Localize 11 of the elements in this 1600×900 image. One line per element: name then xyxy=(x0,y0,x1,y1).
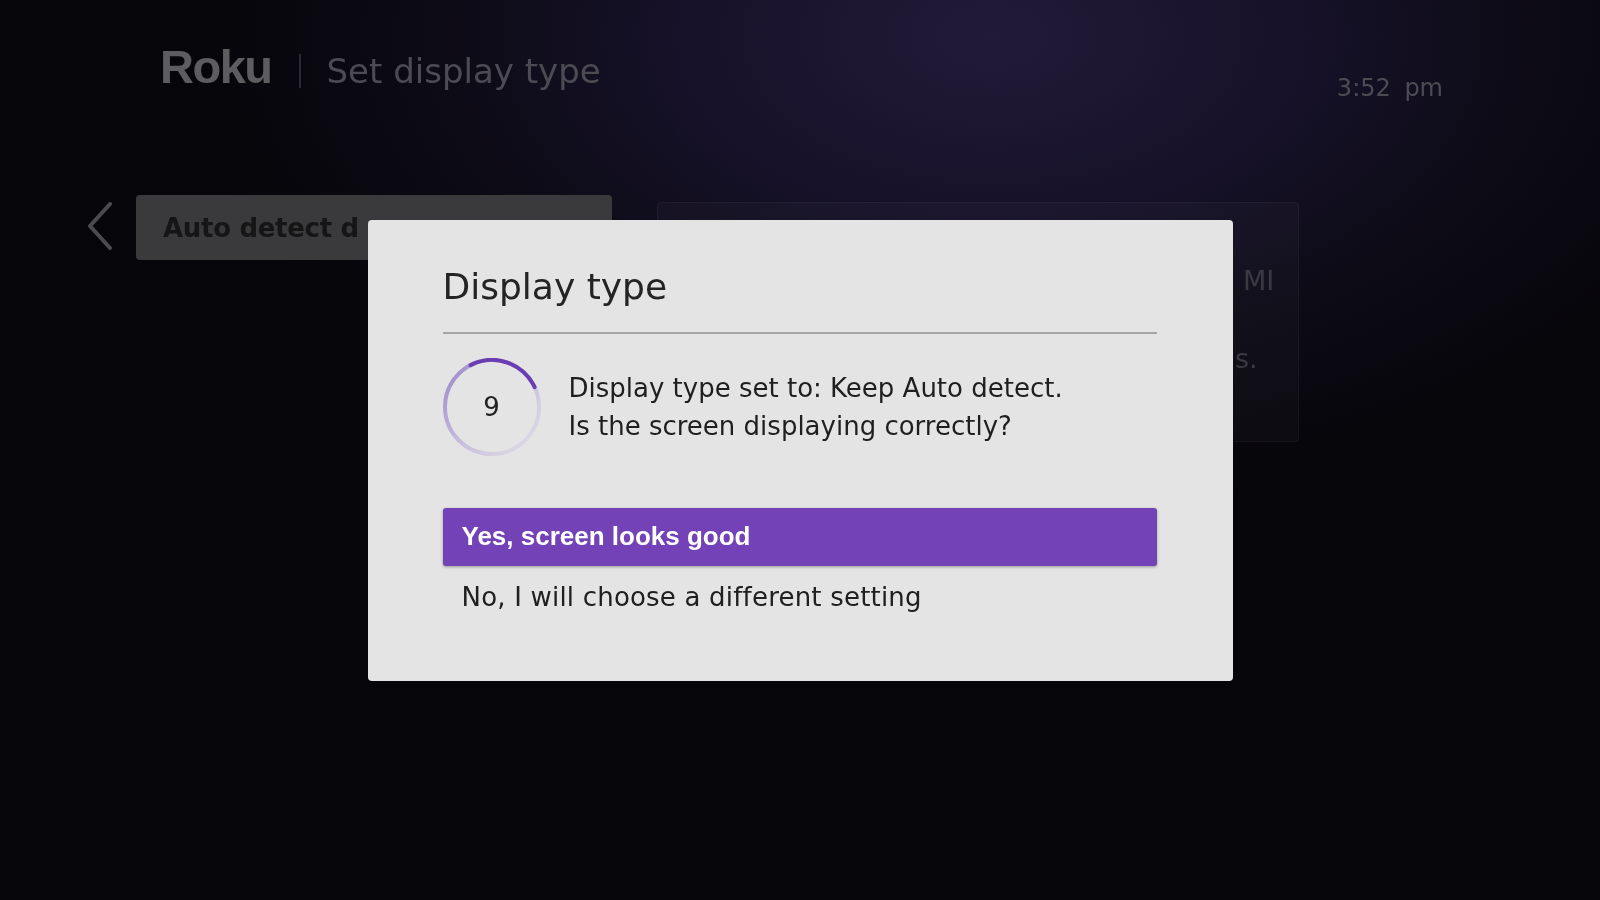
message-text: Is the screen displaying correctly? xyxy=(568,409,1013,443)
option-button[interactable]: Yes, screen looks good xyxy=(442,507,1157,566)
option-button[interactable]: No, I will choose a different setting xyxy=(442,567,1157,626)
countdown-ring-icon xyxy=(442,357,541,456)
message-text: Display type set to: Keep Auto detect. xyxy=(568,371,1063,405)
dialog-title: Display type xyxy=(442,264,669,309)
logo: Roku xyxy=(160,43,272,90)
countdown-number: 9 xyxy=(483,393,500,420)
page-title: Set display type xyxy=(326,54,601,88)
chevron-left-icon xyxy=(87,202,112,250)
clock-time: 3:52 pm xyxy=(1336,76,1443,100)
